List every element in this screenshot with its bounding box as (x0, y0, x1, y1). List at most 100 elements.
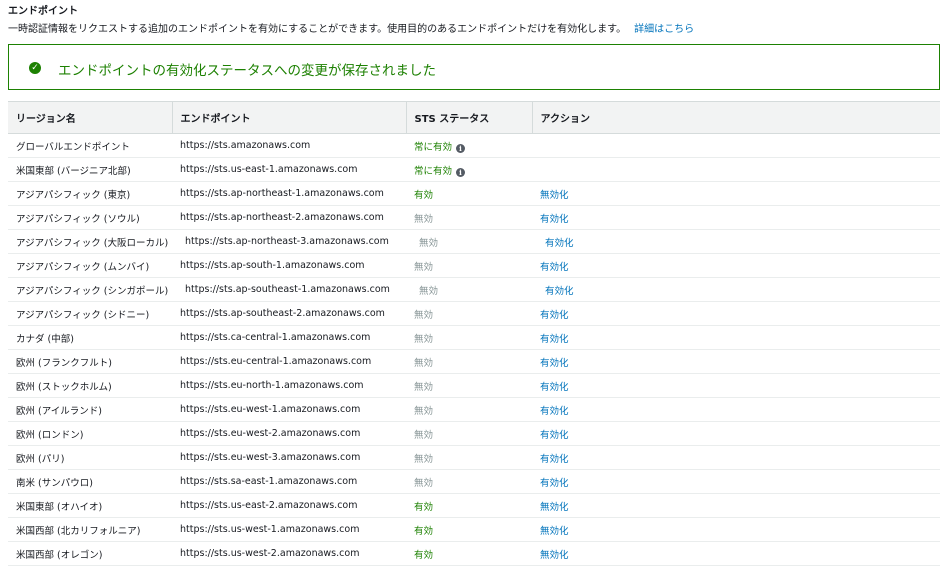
status-cell-text: 有効 (414, 549, 434, 561)
action-cell[interactable]: 有効化 (532, 421, 940, 446)
column-header-region[interactable]: リージョン名 (8, 101, 173, 134)
endpoint-cell-text: https://sts.eu-central-1.amazonaws.com (180, 356, 372, 367)
region-cell-text: カナダ (中部) (16, 333, 74, 345)
status-cell-text: 無効 (419, 237, 439, 249)
activate-link[interactable]: 有効化 (545, 238, 574, 249)
status-cell-text: 無効 (414, 381, 434, 393)
table-row: グローバルエンドポイント https://sts.amazonaws.com 常に有… (8, 133, 940, 158)
status-cell-text: 無効 (414, 261, 434, 273)
table-row: 欧州 (ストックホルム) https://sts.eu-north-1.amazo… (8, 373, 940, 398)
status-cell: 有効 (406, 181, 532, 206)
region-cell-text: アジアパシフィック (シンガポール) (16, 285, 169, 297)
action-cell[interactable]: 有効化 (532, 349, 940, 374)
activate-link[interactable]: 有効化 (540, 310, 569, 321)
region-cell-text: アジアパシフィック (ムンバイ) (16, 261, 150, 273)
action-cell[interactable]: 無効化 (532, 493, 940, 518)
column-header-endpoint[interactable]: エンドポイント (172, 101, 407, 134)
description-text: 一時認証情報をリクエストする追加のエンドポイントを有効にすることができます。使用… (8, 24, 627, 35)
region-cell-text: 米国西部 (オレゴン) (16, 549, 103, 561)
activate-link[interactable]: 有効化 (540, 430, 569, 441)
table-row: 米国東部 (バージニア北部) https://sts.us-east-1.amaz… (8, 157, 940, 182)
success-flash-banner: ✓ エンドポイントの有効化ステータスへの変更が保存されました (8, 44, 940, 90)
status-cell: 有効 (406, 493, 532, 518)
endpoint-cell-text: https://sts.sa-east-1.amazonaws.com (180, 476, 358, 487)
region-cell: アジアパシフィック (東京) (8, 181, 172, 206)
endpoint-cell-text: https://sts.eu-north-1.amazonaws.com (180, 380, 364, 391)
activate-link[interactable]: 有効化 (540, 262, 569, 273)
table-row: アジアパシフィック (ムンバイ) https://sts.ap-south-1.a… (8, 253, 940, 278)
column-header-status[interactable]: STS ステータス (406, 101, 533, 134)
endpoint-cell: https://sts.eu-west-2.amazonaws.com (172, 421, 406, 446)
action-cell[interactable]: 有効化 (532, 445, 940, 470)
endpoint-cell-text: https://sts.us-east-2.amazonaws.com (180, 500, 358, 511)
activate-link[interactable]: 有効化 (540, 334, 569, 345)
activate-link[interactable]: 有効化 (545, 286, 574, 297)
action-cell[interactable]: 有効化 (532, 325, 940, 350)
endpoint-cell-text: https://sts.amazonaws.com (180, 140, 311, 151)
region-cell: アジアパシフィック (シドニー) (8, 301, 172, 326)
deactivate-link[interactable]: 無効化 (540, 502, 569, 513)
region-cell-text: 欧州 (パリ) (16, 453, 65, 465)
action-cell[interactable]: 有効化 (532, 301, 940, 326)
region-cell: 欧州 (ロンドン) (8, 421, 172, 446)
deactivate-link[interactable]: 無効化 (540, 190, 569, 201)
endpoint-cell-text: https://sts.ap-northeast-3.amazonaws.com (185, 236, 389, 247)
endpoint-cell: https://sts.us-west-1.amazonaws.com (172, 517, 406, 542)
action-cell[interactable]: 有効化 (532, 229, 940, 254)
activate-link[interactable]: 有効化 (540, 478, 569, 489)
endpoint-cell: https://sts.ap-northeast-1.amazonaws.com (172, 181, 406, 206)
table-header-row: リージョン名 エンドポイント STS ステータス アクション (8, 101, 940, 134)
table-row: アジアパシフィック (ソウル) https://sts.ap-northeast-… (8, 205, 940, 230)
table-row: 米国西部 (オレゴン) https://sts.us-west-2.amazona… (8, 541, 940, 566)
action-cell[interactable]: 有効化 (532, 469, 940, 494)
table-row: 米国西部 (北カリフォルニア) https://sts.us-west-1.ama… (8, 517, 940, 542)
endpoint-cell-text: https://sts.ap-southeast-1.amazonaws.com (185, 284, 390, 295)
action-cell[interactable]: 無効化 (532, 517, 940, 542)
activate-link[interactable]: 有効化 (540, 382, 569, 393)
region-cell: カナダ (中部) (8, 325, 172, 350)
region-cell: 欧州 (パリ) (8, 445, 172, 470)
activate-link[interactable]: 有効化 (540, 454, 569, 465)
deactivate-link[interactable]: 無効化 (540, 550, 569, 561)
status-cell: 無効 (406, 325, 532, 350)
status-cell-text: 常に有効 (414, 141, 453, 153)
info-icon[interactable]: i (456, 167, 466, 177)
table-row: カナダ (中部) https://sts.ca-central-1.amazona… (8, 325, 940, 350)
region-cell: 南米 (サンパウロ) (8, 469, 172, 494)
action-cell[interactable]: 無効化 (532, 181, 940, 206)
activate-link[interactable]: 有効化 (540, 358, 569, 369)
activate-link[interactable]: 有効化 (540, 406, 569, 417)
action-cell[interactable]: 無効化 (532, 541, 940, 566)
table-row: 欧州 (アイルランド) https://sts.eu-west-1.amazona… (8, 397, 940, 422)
endpoint-cell: https://sts.ap-south-1.amazonaws.com (172, 253, 406, 278)
endpoint-cell: https://sts.ap-southeast-2.amazonaws.com (172, 301, 406, 326)
deactivate-link[interactable]: 無効化 (540, 526, 569, 537)
region-cell-text: アジアパシフィック (ソウル) (16, 213, 140, 225)
action-cell[interactable]: 有効化 (532, 397, 940, 422)
activate-link[interactable]: 有効化 (540, 214, 569, 225)
endpoint-cell-text: https://sts.eu-west-3.amazonaws.com (180, 452, 361, 463)
endpoint-cell-text: https://sts.ap-northeast-1.amazonaws.com (180, 188, 384, 199)
info-icon[interactable]: i (456, 143, 466, 153)
action-cell[interactable]: 有効化 (532, 277, 940, 302)
region-cell-text: 米国東部 (オハイオ) (16, 501, 103, 513)
region-cell: 米国東部 (オハイオ) (8, 493, 172, 518)
status-cell-text: 常に有効 (414, 165, 453, 177)
action-cell[interactable]: 有効化 (532, 253, 940, 278)
endpoint-cell: https://sts.ca-central-1.amazonaws.com (172, 325, 406, 350)
details-link[interactable]: 詳細はこちら (634, 24, 694, 35)
endpoint-cell: https://sts.eu-west-1.amazonaws.com (172, 397, 406, 422)
status-cell: 無効 (406, 373, 532, 398)
column-header-action[interactable]: アクション (532, 101, 940, 134)
endpoint-cell: https://sts.us-west-2.amazonaws.com (172, 541, 406, 566)
status-cell-text: 無効 (414, 357, 434, 369)
table-row: アジアパシフィック (東京) https://sts.ap-northeast-1… (8, 181, 940, 206)
table-row: 南米 (サンパウロ) https://sts.sa-east-1.amazonaw… (8, 469, 940, 494)
status-cell-text: 有効 (414, 525, 434, 537)
endpoint-cell: https://sts.amazonaws.com (172, 133, 406, 158)
region-cell-text: アジアパシフィック (大阪ローカル) (16, 237, 169, 249)
action-cell[interactable]: 有効化 (532, 373, 940, 398)
action-cell[interactable]: 有効化 (532, 205, 940, 230)
status-cell-text: 無効 (414, 429, 434, 441)
status-cell: 無効 (406, 229, 532, 254)
